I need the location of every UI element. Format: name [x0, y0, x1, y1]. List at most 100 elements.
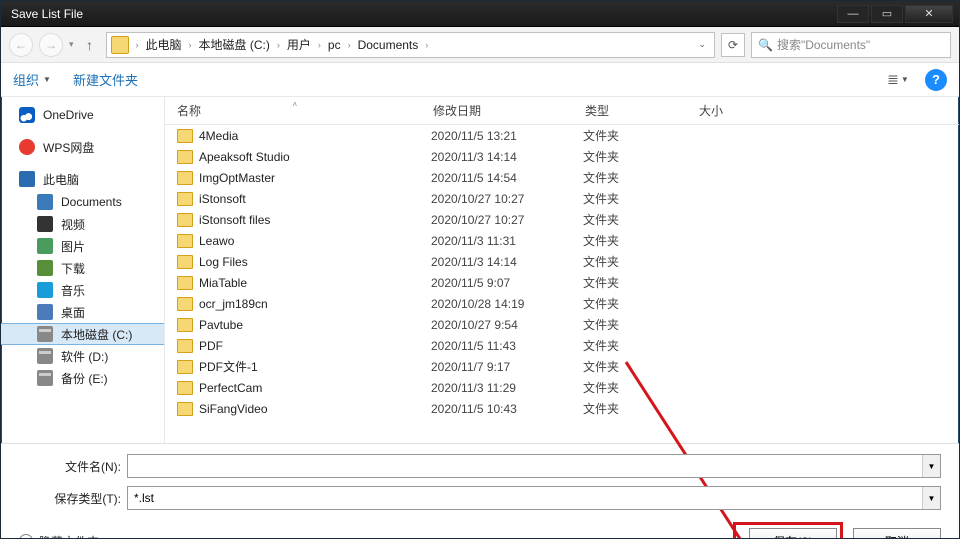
- sidebar-item-wps[interactable]: WPS网盘: [1, 135, 164, 159]
- desktop-icon: [37, 304, 53, 320]
- folder-icon: [177, 171, 193, 185]
- file-type: 文件夹: [583, 274, 697, 291]
- file-row[interactable]: PerfectCam2020/11/3 11:29文件夹: [165, 377, 959, 398]
- column-header-name[interactable]: 名称˄: [165, 102, 421, 119]
- file-row[interactable]: ImgOptMaster2020/11/5 14:54文件夹: [165, 167, 959, 188]
- folder-icon: [177, 402, 193, 416]
- file-row[interactable]: 4Media2020/11/5 13:21文件夹: [165, 125, 959, 146]
- file-list-area: 名称˄ 修改日期 类型 大小 4Media2020/11/5 13:21文件夹A…: [165, 97, 959, 443]
- folder-icon: [177, 381, 193, 395]
- file-date: 2020/11/3 14:14: [431, 255, 583, 269]
- folder-icon: [177, 192, 193, 206]
- file-date: 2020/11/3 11:29: [431, 381, 583, 395]
- file-row[interactable]: iStonsoft2020/10/27 10:27文件夹: [165, 188, 959, 209]
- chevron-down-icon: ▼: [43, 75, 51, 84]
- breadcrumb-item[interactable]: pc: [326, 38, 343, 52]
- file-row[interactable]: Log Files2020/11/3 14:14文件夹: [165, 251, 959, 272]
- file-date: 2020/11/5 13:21: [431, 129, 583, 143]
- sidebar-item-downloads[interactable]: 下载: [1, 257, 164, 279]
- file-date: 2020/11/5 14:54: [431, 171, 583, 185]
- filename-input[interactable]: ▼: [127, 454, 941, 478]
- file-date: 2020/11/5 11:43: [431, 339, 583, 353]
- chevron-right-icon: ›: [315, 40, 324, 50]
- file-name: ImgOptMaster: [199, 171, 431, 185]
- titlebar: Save List File — ▭ ✕: [1, 1, 959, 27]
- sort-asc-icon: ˄: [293, 100, 298, 109]
- filetype-select[interactable]: *.lst ▼: [127, 486, 941, 510]
- refresh-button[interactable]: ⟳: [721, 33, 745, 57]
- search-input[interactable]: 🔍 搜索"Documents": [751, 32, 951, 58]
- nav-back-button[interactable]: ←: [9, 33, 33, 57]
- nav-up-button[interactable]: ↑: [80, 35, 100, 55]
- file-row[interactable]: PDF2020/11/5 11:43文件夹: [165, 335, 959, 356]
- maximize-button[interactable]: ▭: [871, 5, 903, 23]
- new-folder-button[interactable]: 新建文件夹: [73, 70, 138, 89]
- documents-icon: [37, 194, 53, 210]
- file-name: SiFangVideo: [199, 402, 431, 416]
- organize-button[interactable]: 组织 ▼: [13, 70, 51, 89]
- recent-locations-chevron[interactable]: ▾: [69, 39, 74, 50]
- breadcrumb-item[interactable]: 用户: [285, 36, 313, 53]
- sidebar-item-onedrive[interactable]: OneDrive: [1, 103, 164, 127]
- file-type: 文件夹: [583, 337, 697, 354]
- file-row[interactable]: PDF文件-12020/11/7 9:17文件夹: [165, 356, 959, 377]
- sidebar-item-videos[interactable]: 视频: [1, 213, 164, 235]
- folder-icon: [177, 360, 193, 374]
- file-name: MiaTable: [199, 276, 431, 290]
- help-button[interactable]: ?: [925, 69, 947, 91]
- folder-icon: [177, 129, 193, 143]
- search-placeholder: 搜索"Documents": [777, 36, 870, 53]
- column-header-type[interactable]: 类型: [573, 102, 687, 119]
- file-row[interactable]: MiaTable2020/11/5 9:07文件夹: [165, 272, 959, 293]
- file-row[interactable]: ocr_jm189cn2020/10/28 14:19文件夹: [165, 293, 959, 314]
- sidebar-item-drive-e[interactable]: 备份 (E:): [1, 367, 164, 389]
- column-header-date[interactable]: 修改日期: [421, 102, 573, 119]
- file-row[interactable]: SiFangVideo2020/11/5 10:43文件夹: [165, 398, 959, 419]
- file-name: Leawo: [199, 234, 431, 248]
- file-row[interactable]: Pavtube2020/10/27 9:54文件夹: [165, 314, 959, 335]
- file-list[interactable]: 4Media2020/11/5 13:21文件夹Apeaksoft Studio…: [165, 125, 959, 443]
- annotation-highlight: 保存(S): [733, 522, 843, 539]
- file-row[interactable]: Leawo2020/11/3 11:31文件夹: [165, 230, 959, 251]
- file-name: PerfectCam: [199, 381, 431, 395]
- breadcrumb-item[interactable]: 此电脑: [144, 36, 184, 53]
- dialog-footer: 文件名(N): ▼ 保存类型(T): *.lst ▼ ⌄ 隐藏文件夹 保存(S)…: [1, 443, 959, 539]
- file-date: 2020/10/28 14:19: [431, 297, 583, 311]
- file-row[interactable]: Apeaksoft Studio2020/11/3 14:14文件夹: [165, 146, 959, 167]
- sidebar-item-thispc[interactable]: 此电脑: [1, 167, 164, 191]
- breadcrumb-item[interactable]: Documents: [356, 38, 421, 52]
- address-bar[interactable]: › 此电脑 › 本地磁盘 (C:) › 用户 › pc › Documents …: [106, 32, 715, 58]
- drive-icon: [37, 370, 53, 386]
- sidebar-item-desktop[interactable]: 桌面: [1, 301, 164, 323]
- close-button[interactable]: ✕: [905, 5, 953, 23]
- address-dropdown-icon[interactable]: ⌄: [694, 39, 710, 50]
- file-date: 2020/11/3 14:14: [431, 150, 583, 164]
- file-row[interactable]: iStonsoft files2020/10/27 10:27文件夹: [165, 209, 959, 230]
- minimize-button[interactable]: —: [837, 5, 869, 23]
- nav-forward-button[interactable]: →: [39, 33, 63, 57]
- sidebar-item-documents[interactable]: Documents: [1, 191, 164, 213]
- pictures-icon: [37, 238, 53, 254]
- search-icon: 🔍: [758, 38, 773, 52]
- sidebar-item-music[interactable]: 音乐: [1, 279, 164, 301]
- file-name: ocr_jm189cn: [199, 297, 431, 311]
- view-options-button[interactable]: ≣ ▼: [881, 69, 915, 91]
- file-type: 文件夹: [583, 400, 697, 417]
- folder-icon: [177, 213, 193, 227]
- chevron-down-icon: ⌄: [19, 534, 33, 539]
- file-type: 文件夹: [583, 253, 697, 270]
- cancel-button[interactable]: 取消: [853, 528, 941, 539]
- organize-label: 组织: [13, 70, 39, 89]
- breadcrumb-item[interactable]: 本地磁盘 (C:): [197, 36, 272, 53]
- sidebar-item-drive-c[interactable]: 本地磁盘 (C:): [1, 323, 164, 345]
- navigation-sidebar: OneDrive WPS网盘 此电脑 Documents 视频 图片 下载 音乐…: [1, 97, 165, 443]
- hide-folders-toggle[interactable]: ⌄ 隐藏文件夹: [19, 533, 99, 539]
- sidebar-item-drive-d[interactable]: 软件 (D:): [1, 345, 164, 367]
- filename-dropdown-button[interactable]: ▼: [922, 455, 940, 477]
- pc-icon: [19, 171, 35, 187]
- newfolder-label: 新建文件夹: [73, 70, 138, 89]
- filetype-dropdown-button[interactable]: ▼: [922, 487, 940, 509]
- column-header-size[interactable]: 大小: [687, 102, 777, 119]
- sidebar-item-pictures[interactable]: 图片: [1, 235, 164, 257]
- save-button[interactable]: 保存(S): [749, 528, 837, 539]
